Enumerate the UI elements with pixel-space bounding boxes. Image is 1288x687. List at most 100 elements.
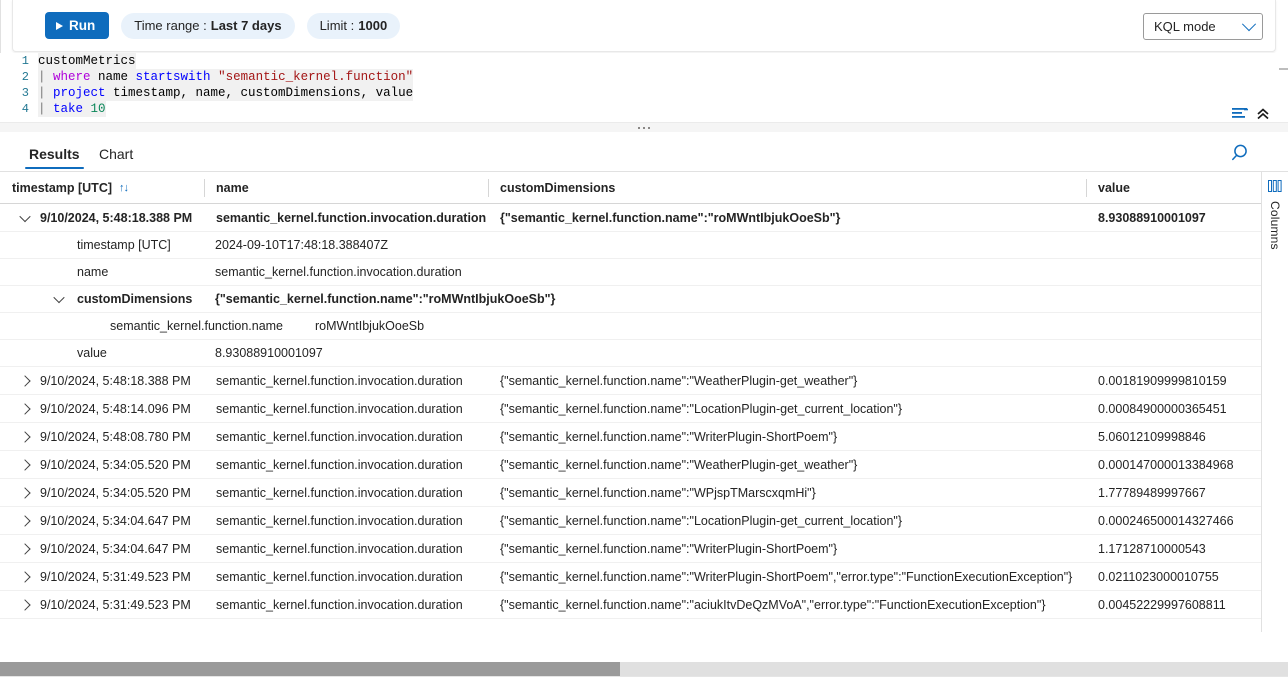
row-detail-value: 2024-09-10T17:48:18.388407Z (215, 232, 388, 258)
query-mode-dropdown[interactable]: KQL mode (1143, 13, 1263, 40)
code-token (211, 70, 219, 84)
bottom-strip (0, 676, 1288, 687)
code-token: name (91, 70, 136, 84)
table-row[interactable]: 9/10/2024, 5:34:04.647 PM semantic_kernel… (0, 507, 1261, 535)
query-toolbar-panel: Run Time range : Last 7 days Limit : 100… (12, 0, 1276, 52)
results-grid: timestamp [UTC] ↑↓ name customDimensions… (0, 172, 1262, 632)
tab-results[interactable]: Results (25, 137, 84, 171)
code-text: | project timestamp, name, customDimensi… (38, 85, 413, 101)
chevron-down-icon[interactable] (50, 286, 68, 312)
row-detail-item: customDimensions {"semantic_kernel.functi… (0, 286, 1261, 313)
table-row[interactable]: 9/10/2024, 5:34:04.647 PMsemantic_kernel… (0, 535, 1261, 563)
line-number: 2 (0, 69, 38, 85)
splitter-dot (648, 127, 650, 129)
time-range-pill[interactable]: Time range : Last 7 days (121, 13, 294, 39)
cell-customdimensions: {"semantic_kernel.function.name":"WPjspT… (500, 479, 1098, 506)
limit-label: Limit : (320, 18, 355, 33)
run-button[interactable]: Run (45, 12, 109, 39)
cell-value: 0.0211023000010755 (1098, 563, 1262, 590)
row-detail-item: timestamp [UTC] 2024-09-10T17:48:18.38840… (0, 232, 1261, 259)
time-range-value: Last 7 days (211, 18, 282, 33)
column-header-timestamp-label: timestamp [UTC] (12, 181, 112, 195)
code-token: project (53, 86, 106, 100)
cell-name: semantic_kernel.function.invocation.dura… (216, 423, 500, 450)
code-token: where (53, 70, 91, 84)
sort-indicator-icon[interactable]: ↑↓ (119, 182, 128, 194)
row-detail-key: timestamp [UTC] (77, 232, 171, 258)
grid-header-row: timestamp [UTC] ↑↓ name customDimensions… (0, 172, 1261, 204)
table-row[interactable]: 9/10/2024, 5:31:49.523 PMsemantic_kernel… (0, 591, 1261, 619)
format-query-icon[interactable] (1231, 107, 1249, 124)
columns-side-panel[interactable]: Columns (1262, 172, 1288, 632)
code-token (83, 102, 91, 116)
cell-value: 8.93088910001097 (1098, 204, 1262, 231)
cell-name: semantic_kernel.function.invocation.dura… (216, 395, 500, 422)
columns-panel-label: Columns (1268, 201, 1282, 250)
code-token: | (38, 86, 53, 100)
cell-customdimensions: {"semantic_kernel.function.name":"Writer… (500, 535, 1098, 562)
column-header-customdimensions[interactable]: customDimensions (488, 172, 1086, 204)
query-mode-value: KQL mode (1154, 19, 1216, 34)
tab-results-label: Results (29, 146, 80, 162)
cell-value: 0.00181909999810159 (1098, 367, 1262, 394)
grid-empty-row (0, 619, 1261, 632)
code-line: 1customMetrics (0, 53, 1288, 69)
column-header-timestamp[interactable]: timestamp [UTC] ↑↓ (0, 172, 204, 204)
column-header-name-label: name (216, 181, 249, 195)
cell-timestamp: 9/10/2024, 5:34:04.647 PM (0, 507, 204, 534)
tab-chart[interactable]: Chart (95, 137, 137, 171)
cell-customdimensions: {"semantic_kernel.function.name":"Weathe… (500, 367, 1098, 394)
column-header-value[interactable]: value (1086, 172, 1262, 204)
columns-icon (1268, 180, 1282, 195)
row-detail-value: roMWntIbjukOoeSb (315, 313, 424, 339)
cell-timestamp: 9/10/2024, 5:31:49.523 PM (0, 591, 204, 618)
table-row[interactable]: 9/10/2024, 5:34:05.520 PM semantic_kernel… (0, 479, 1261, 507)
cell-customdimensions: {"semantic_kernel.function.name":"Locati… (500, 395, 1098, 422)
cell-timestamp: 9/10/2024, 5:34:05.520 PM (0, 451, 204, 478)
cell-name: semantic_kernel.function.invocation.dura… (216, 367, 500, 394)
column-header-name[interactable]: name (204, 172, 488, 204)
collapse-editor-icon[interactable] (1256, 107, 1270, 124)
row-detail-key: value (77, 340, 107, 366)
cell-timestamp: 9/10/2024, 5:34:05.520 PM (0, 479, 204, 506)
code-token: startswith (136, 70, 211, 84)
column-header-value-label: value (1098, 181, 1130, 195)
row-detail-key: customDimensions (77, 286, 192, 312)
code-token: customMetrics (38, 54, 136, 68)
code-token: 10 (91, 102, 106, 116)
table-row[interactable]: 9/10/2024, 5:31:49.523 PMsemantic_kernel… (0, 563, 1261, 591)
cell-name: semantic_kernel.function.invocation.dura… (216, 479, 500, 506)
row-detail-value: semantic_kernel.function.invocation.dura… (215, 259, 462, 285)
table-row[interactable]: 9/10/2024, 5:48:14.096 PMsemantic_kernel… (0, 395, 1261, 423)
table-row[interactable]: 9/10/2024, 5:48:18.388 PMsemantic_kernel… (0, 367, 1261, 395)
cell-value: 0.000246500014327466 (1098, 507, 1262, 534)
horizontal-scrollbar[interactable] (0, 662, 1288, 676)
table-row[interactable]: 9/10/2024, 5:34:05.520 PMsemantic_kernel… (0, 451, 1261, 479)
play-icon (56, 22, 63, 30)
cell-value: 0.000147000013384968 (1098, 451, 1262, 478)
limit-pill[interactable]: Limit : 1000 (307, 13, 401, 39)
row-detail-value: {"semantic_kernel.function.name":"roMWnt… (215, 286, 555, 312)
line-number: 1 (0, 53, 38, 69)
horizontal-scrollbar-thumb[interactable] (0, 662, 620, 676)
kql-query-editor[interactable]: 1customMetrics2| where name startswith "… (0, 53, 1288, 120)
cell-name: semantic_kernel.function.invocation.dura… (216, 507, 500, 534)
cell-timestamp: 9/10/2024, 5:48:08.780 PM (0, 423, 204, 450)
row-detail-item: namesemantic_kernel.function.invocation.… (0, 259, 1261, 286)
time-range-label: Time range : (134, 18, 207, 33)
panel-left-edge (0, 0, 1, 53)
table-row[interactable]: 9/10/2024, 5:48:08.780 PM semantic_kernel… (0, 423, 1261, 451)
row-detail-item: semantic_kernel.function.nameroMWntIbjuk… (0, 313, 1261, 340)
cell-name: semantic_kernel.function.invocation.dura… (216, 204, 500, 231)
table-row[interactable]: 9/10/2024, 5:48:18.388 PMsemantic_kernel… (0, 204, 1261, 232)
chevron-down-icon (1242, 17, 1256, 31)
cell-value: 0.00084900000365451 (1098, 395, 1262, 422)
grid-body: 9/10/2024, 5:48:18.388 PMsemantic_kernel… (0, 204, 1261, 632)
cell-value: 1.17128710000543 (1098, 535, 1262, 562)
code-line: 3| project timestamp, name, customDimens… (0, 85, 1288, 101)
cell-name: semantic_kernel.function.invocation.dura… (216, 535, 500, 562)
line-number: 4 (0, 101, 38, 117)
search-icon[interactable] (1230, 141, 1254, 165)
editor-scroll-tick (1279, 68, 1288, 70)
cell-value: 5.06012109998846 (1098, 423, 1262, 450)
